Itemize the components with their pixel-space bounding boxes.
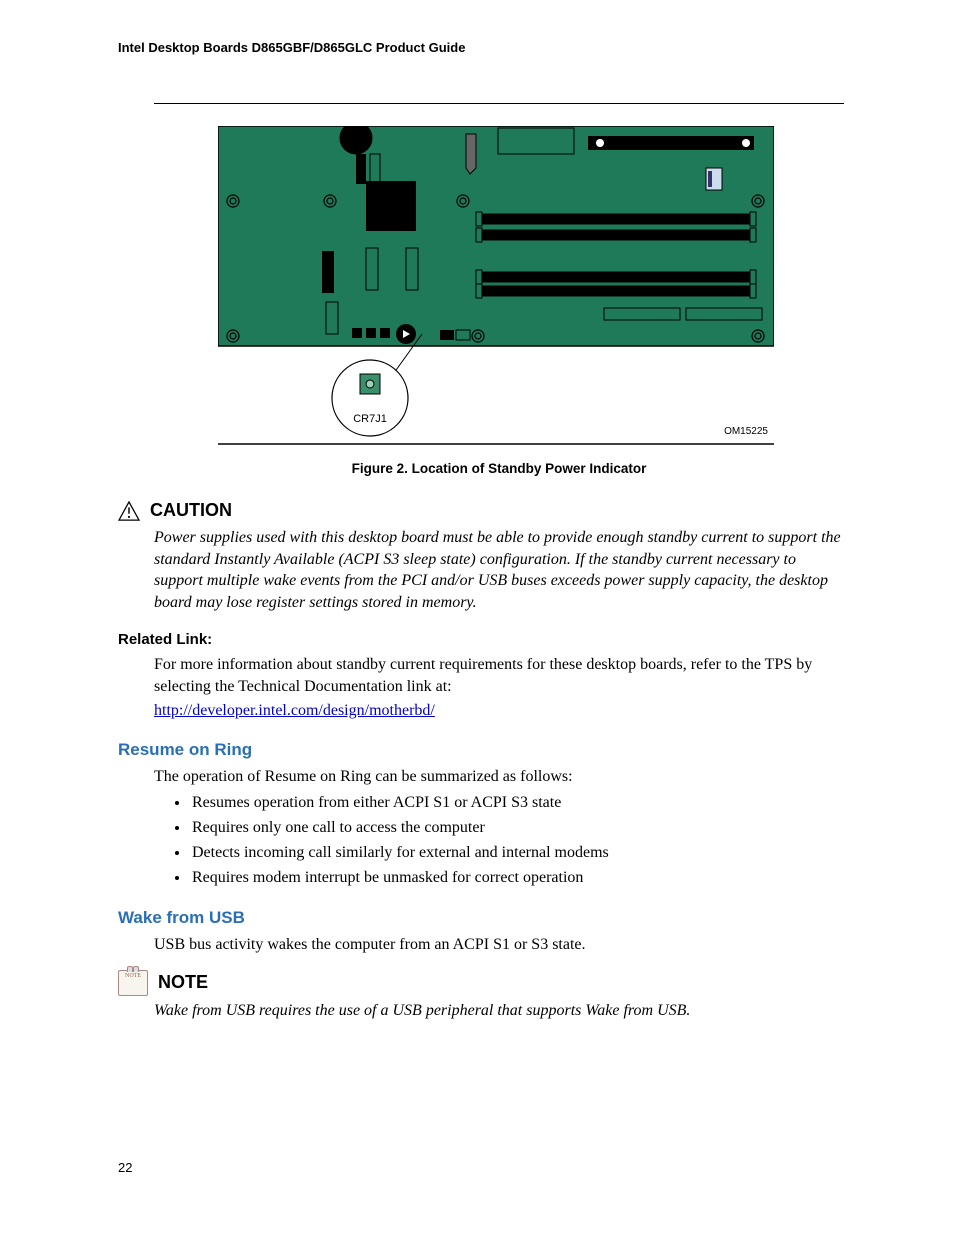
motherboard-diagram: CR7J1 OM15225 [218, 126, 774, 446]
list-item: Resumes operation from either ACPI S1 or… [190, 791, 844, 816]
om-label: OM15225 [724, 426, 768, 437]
note-body: Wake from USB requires the use of a USB … [154, 1000, 844, 1022]
page-header: Intel Desktop Boards D865GBF/D865GLC Pro… [118, 40, 844, 55]
document-page: Intel Desktop Boards D865GBF/D865GLC Pro… [0, 0, 954, 1235]
figure-caption: Figure 2. Location of Standby Power Indi… [154, 461, 844, 476]
notepad-icon: NOTE [118, 970, 148, 996]
note-title: NOTE [158, 972, 208, 993]
list-item: Requires modem interrupt be unmasked for… [190, 866, 844, 891]
related-link-url[interactable]: http://developer.intel.com/design/mother… [154, 702, 435, 720]
figure-motherboard: CR7J1 OM15225 [218, 126, 844, 451]
caution-heading-row: CAUTION [118, 500, 844, 521]
caution-body: Power supplies used with this desktop bo… [154, 527, 844, 613]
list-item: Detects incoming call similarly for exte… [190, 841, 844, 866]
section-wake-from-usb: Wake from USB [118, 908, 844, 928]
callout-label: CR7J1 [353, 413, 387, 425]
caution-triangle-icon [118, 501, 140, 521]
related-link-body: For more information about standby curre… [154, 654, 844, 697]
horizontal-rule [154, 103, 844, 104]
page-number: 22 [118, 1160, 132, 1175]
section-resume-on-ring: Resume on Ring [118, 740, 844, 760]
resume-on-ring-list: Resumes operation from either ACPI S1 or… [190, 791, 844, 890]
resume-on-ring-intro: The operation of Resume on Ring can be s… [154, 766, 844, 788]
wake-from-usb-body: USB bus activity wakes the computer from… [154, 934, 844, 956]
list-item: Requires only one call to access the com… [190, 816, 844, 841]
caution-title: CAUTION [150, 500, 232, 521]
note-heading-row: NOTE NOTE [118, 970, 844, 996]
related-link-heading: Related Link: [118, 631, 844, 648]
